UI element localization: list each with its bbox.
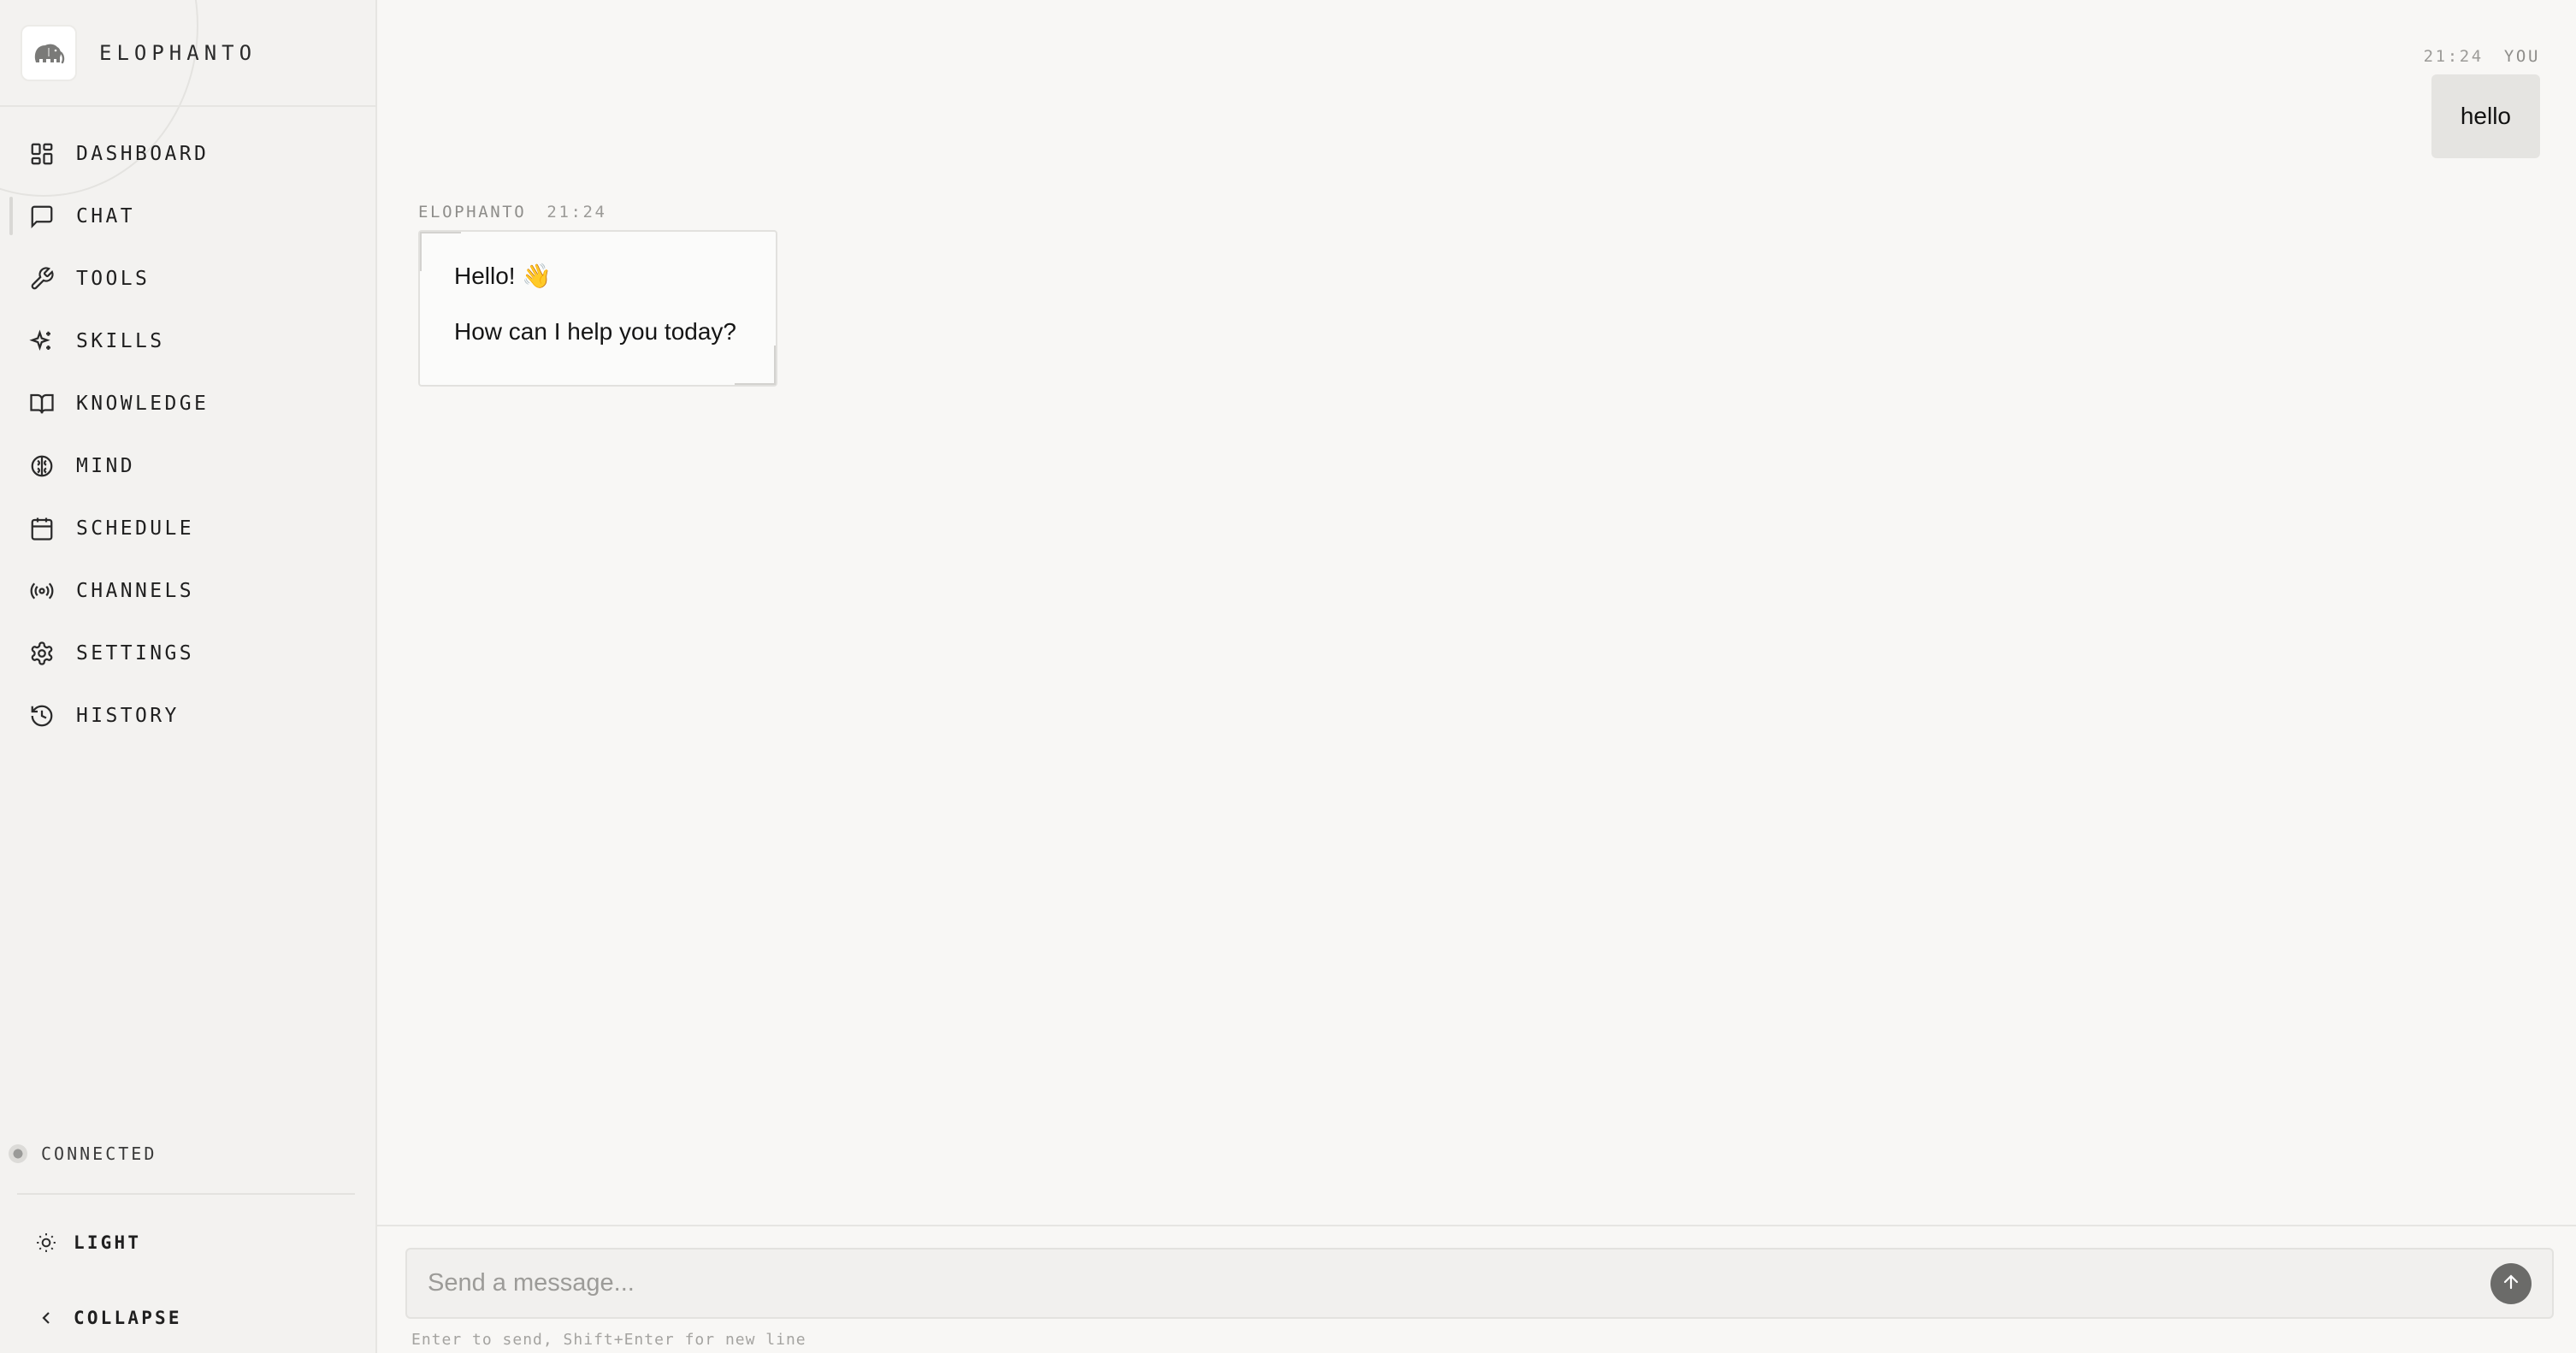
- chat-main: 21:24 YOU hello ELOPHANTO 21:24 Hello! 👋…: [377, 0, 2576, 1353]
- brain-icon: [27, 452, 56, 481]
- sidebar-item-settings[interactable]: SETTINGS: [0, 622, 375, 684]
- chat-bubble-icon: [27, 202, 56, 231]
- send-button[interactable]: [2490, 1263, 2532, 1304]
- sidebar-item-label: SETTINGS: [76, 641, 194, 665]
- collapse-sidebar-button[interactable]: COLLAPSE: [34, 1306, 182, 1330]
- calendar-icon: [27, 514, 56, 543]
- sidebar-item-chat[interactable]: CHAT: [0, 185, 375, 247]
- broadcast-icon: [27, 576, 56, 606]
- bot-message-sender: ELOPHANTO: [418, 203, 527, 222]
- elephant-logo-icon: [21, 24, 77, 81]
- sidebar-item-mind[interactable]: MIND: [0, 434, 375, 497]
- sidebar-item-label: MIND: [76, 454, 135, 477]
- sidebar-item-dashboard[interactable]: DASHBOARD: [0, 122, 375, 185]
- wrench-icon: [27, 264, 56, 293]
- message-input-wrapper: [405, 1248, 2554, 1319]
- collapse-label: COLLAPSE: [74, 1308, 182, 1328]
- sidebar-item-label: CHANNELS: [76, 579, 194, 602]
- bot-message-bubble: Hello! 👋 How can I help you today?: [418, 230, 777, 387]
- history-icon: [27, 701, 56, 730]
- sidebar: ELOPHANTO DASHBOARD CHAT TOOLS SKILLS KN…: [0, 0, 377, 1353]
- bubble-corner-decoration: [420, 232, 461, 271]
- status-text: CONNECTED: [41, 1143, 157, 1164]
- sidebar-divider: [17, 1193, 355, 1195]
- app-root: ELOPHANTO DASHBOARD CHAT TOOLS SKILLS KN…: [0, 0, 2576, 1353]
- bubble-corner-decoration: [735, 346, 776, 385]
- connection-status: CONNECTED: [9, 1143, 157, 1164]
- app-name: ELOPHANTO: [99, 40, 257, 65]
- sidebar-item-knowledge[interactable]: KNOWLEDGE: [0, 372, 375, 434]
- sidebar-item-schedule[interactable]: SCHEDULE: [0, 497, 375, 559]
- sparkles-icon: [27, 327, 56, 356]
- sidebar-item-label: HISTORY: [76, 704, 180, 727]
- dashboard-grid-icon: [27, 139, 56, 168]
- bot-message-time: 21:24: [547, 203, 607, 222]
- sidebar-item-skills[interactable]: SKILLS: [0, 310, 375, 372]
- status-dot-icon: [9, 1144, 27, 1163]
- chevron-left-icon: [34, 1306, 58, 1330]
- theme-toggle-button[interactable]: LIGHT: [34, 1231, 141, 1255]
- theme-toggle-label: LIGHT: [74, 1232, 142, 1253]
- sidebar-item-label: CHAT: [76, 204, 135, 227]
- sidebar-item-label: SCHEDULE: [76, 517, 194, 540]
- composer-hint: Enter to send, Shift+Enter for new line: [411, 1331, 806, 1349]
- sun-icon: [34, 1231, 58, 1255]
- arrow-up-icon: [2501, 1272, 2521, 1297]
- book-icon: [27, 389, 56, 418]
- sidebar-nav: DASHBOARD CHAT TOOLS SKILLS KNOWLEDGE MI…: [0, 107, 375, 747]
- bot-message-meta: ELOPHANTO 21:24: [418, 203, 607, 222]
- user-message-meta: 21:24 YOU: [2424, 47, 2540, 66]
- message-input[interactable]: [428, 1250, 2480, 1317]
- sidebar-item-channels[interactable]: CHANNELS: [0, 559, 375, 622]
- sidebar-item-label: TOOLS: [76, 267, 151, 290]
- user-message-bubble: hello: [2431, 74, 2540, 158]
- sidebar-item-tools[interactable]: TOOLS: [0, 247, 375, 310]
- sidebar-item-label: SKILLS: [76, 329, 165, 352]
- user-message-time: 21:24: [2423, 47, 2484, 66]
- bot-message-line: Hello! 👋: [454, 263, 552, 289]
- gear-icon: [27, 639, 56, 668]
- bot-message-line: How can I help you today?: [454, 318, 736, 345]
- sidebar-item-label: DASHBOARD: [76, 142, 210, 165]
- user-message-sender: YOU: [2503, 47, 2540, 66]
- sidebar-item-history[interactable]: HISTORY: [0, 684, 375, 747]
- brand-header: ELOPHANTO: [0, 0, 375, 107]
- message-composer: Enter to send, Shift+Enter for new line: [377, 1225, 2576, 1353]
- sidebar-item-label: KNOWLEDGE: [76, 392, 210, 415]
- user-message-text: hello: [2460, 103, 2511, 129]
